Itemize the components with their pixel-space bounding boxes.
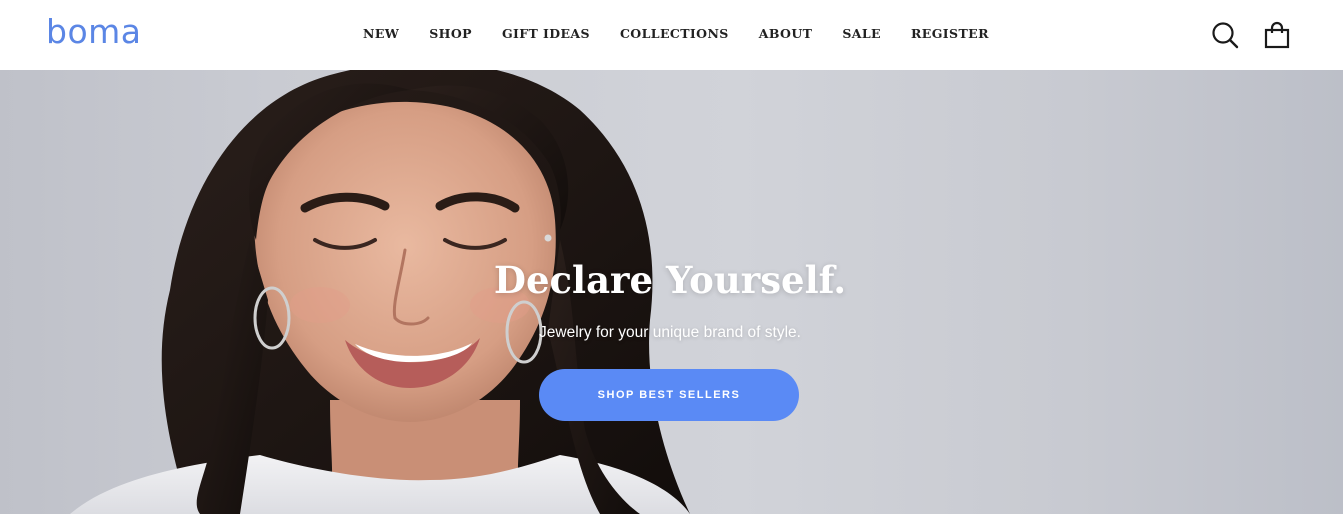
hero-content: Declare Yourself. Jewelry for your uniqu… xyxy=(0,70,1343,514)
site-header: boma NEW SHOP GIFT IDEAS COLLECTIONS ABO… xyxy=(0,0,1343,70)
shopping-bag-icon xyxy=(1264,21,1290,49)
main-nav: NEW SHOP GIFT IDEAS COLLECTIONS ABOUT SA… xyxy=(363,24,1019,44)
brand-logo[interactable]: boma xyxy=(46,10,142,54)
nav-item-about[interactable]: ABOUT xyxy=(759,24,813,44)
shop-best-sellers-button[interactable]: SHOP BEST SELLERS xyxy=(539,369,799,421)
search-button[interactable] xyxy=(1208,18,1242,52)
nav-item-new[interactable]: NEW xyxy=(363,24,399,44)
search-icon xyxy=(1212,22,1239,49)
nav-item-register[interactable]: REGISTER xyxy=(911,24,989,44)
page: boma NEW SHOP GIFT IDEAS COLLECTIONS ABO… xyxy=(0,0,1343,514)
nav-item-collections[interactable]: COLLECTIONS xyxy=(620,24,729,44)
nav-item-shop[interactable]: SHOP xyxy=(429,24,472,44)
nav-item-sale[interactable]: SALE xyxy=(842,24,881,44)
hero-subtitle: Jewelry for your unique brand of style. xyxy=(539,324,801,341)
nav-item-gift-ideas[interactable]: GIFT IDEAS xyxy=(502,24,590,44)
hero-banner: Declare Yourself. Jewelry for your uniqu… xyxy=(0,70,1343,514)
cart-button[interactable] xyxy=(1260,18,1294,52)
hero-title: Declare Yourself. xyxy=(493,258,847,302)
